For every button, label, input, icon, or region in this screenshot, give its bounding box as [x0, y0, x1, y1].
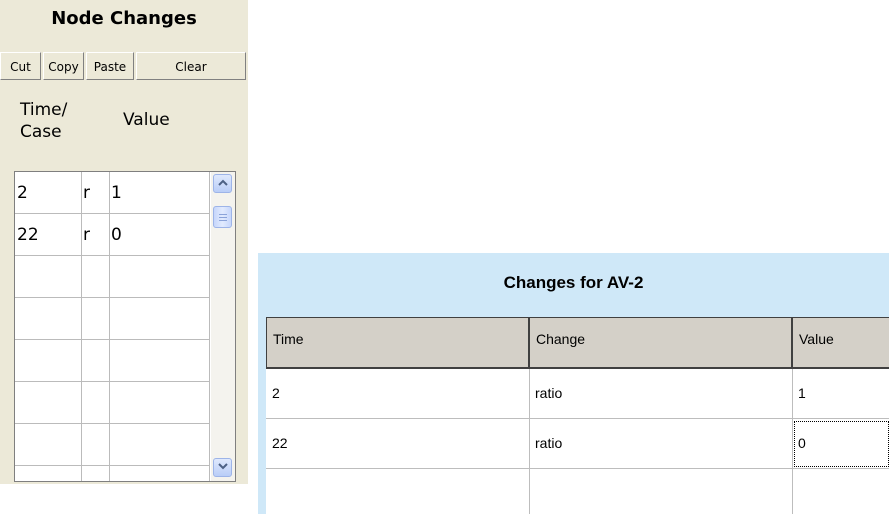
value-cell[interactable] — [792, 469, 889, 519]
value-cell[interactable]: 1 — [109, 172, 209, 214]
change-cell[interactable]: ratio — [529, 419, 792, 469]
cut-button[interactable]: Cut — [0, 52, 41, 80]
table-row[interactable] — [15, 256, 209, 298]
column-divider — [792, 369, 793, 514]
change-cell[interactable]: ratio — [529, 369, 792, 419]
time-cell[interactable]: 2 — [266, 369, 529, 419]
column-divider — [81, 172, 82, 481]
flag-cell[interactable]: r — [81, 214, 109, 256]
changes-for-title: Changes for AV-2 — [503, 273, 644, 292]
value-cell[interactable] — [109, 256, 209, 298]
value-header: Value — [123, 110, 170, 130]
time-cell[interactable] — [15, 298, 81, 340]
table-row[interactable] — [15, 340, 209, 382]
chevron-down-icon — [217, 462, 228, 473]
value-cell[interactable] — [109, 424, 209, 466]
column-header-time[interactable]: Time — [266, 317, 529, 369]
table-row[interactable] — [15, 298, 209, 340]
focused-cell-outline — [794, 421, 889, 467]
column-divider — [109, 172, 110, 481]
time-cell[interactable] — [15, 424, 81, 466]
paste-button[interactable]: Paste — [86, 52, 134, 80]
scroll-up-button[interactable] — [213, 174, 232, 193]
table-row[interactable] — [15, 382, 209, 424]
scroll-down-button[interactable] — [213, 458, 232, 477]
time-cell[interactable] — [15, 256, 81, 298]
table-row[interactable]: 2 ratio 1 — [266, 369, 889, 419]
flag-cell[interactable]: r — [81, 172, 109, 214]
time-header-label: Time/ — [20, 100, 68, 120]
flag-cell[interactable] — [81, 382, 109, 424]
node-changes-grid: 2 r 1 22 r 0 — [14, 171, 236, 482]
value-cell[interactable]: 0 — [109, 214, 209, 256]
vertical-scrollbar[interactable] — [211, 172, 235, 481]
time-cell[interactable]: 22 — [266, 419, 529, 469]
time-cell[interactable] — [15, 382, 81, 424]
changes-for-panel: Changes for AV-2 Time Change Value 2 rat… — [258, 253, 889, 514]
time-cell[interactable] — [15, 340, 81, 382]
time-case-header: Time/ Case — [20, 99, 80, 143]
time-cell[interactable]: 2 — [15, 172, 81, 214]
changes-grid: Time Change Value 2 ratio 1 22 ratio 0 — [266, 317, 889, 514]
time-cell[interactable] — [266, 469, 529, 519]
table-row[interactable] — [266, 469, 889, 514]
node-changes-panel: Node Changes Cut Copy Paste Clear Time/ … — [0, 0, 248, 484]
flag-cell[interactable] — [81, 340, 109, 382]
value-cell[interactable]: 1 — [792, 369, 889, 419]
table-row[interactable] — [15, 424, 209, 466]
column-header-change[interactable]: Change — [529, 317, 792, 369]
flag-cell[interactable] — [81, 424, 109, 466]
node-changes-title: Node Changes — [51, 8, 197, 29]
time-cell[interactable]: 22 — [15, 214, 81, 256]
scrollbar-thumb[interactable] — [213, 206, 232, 228]
table-row[interactable]: 22 ratio 0 — [266, 419, 889, 469]
value-cell[interactable] — [109, 298, 209, 340]
chevron-up-icon — [217, 178, 228, 189]
value-cell[interactable] — [109, 340, 209, 382]
column-divider — [529, 369, 530, 514]
table-row[interactable]: 2 r 1 — [15, 172, 209, 214]
value-cell[interactable] — [109, 382, 209, 424]
copy-button[interactable]: Copy — [43, 52, 84, 80]
flag-cell[interactable] — [81, 256, 109, 298]
table-row[interactable]: 22 r 0 — [15, 214, 209, 256]
clear-button[interactable]: Clear — [136, 52, 246, 80]
flag-cell[interactable] — [81, 298, 109, 340]
column-divider — [209, 172, 210, 481]
change-cell[interactable] — [529, 469, 792, 519]
column-header-value[interactable]: Value — [792, 317, 889, 369]
case-header-label: Case — [20, 122, 62, 142]
